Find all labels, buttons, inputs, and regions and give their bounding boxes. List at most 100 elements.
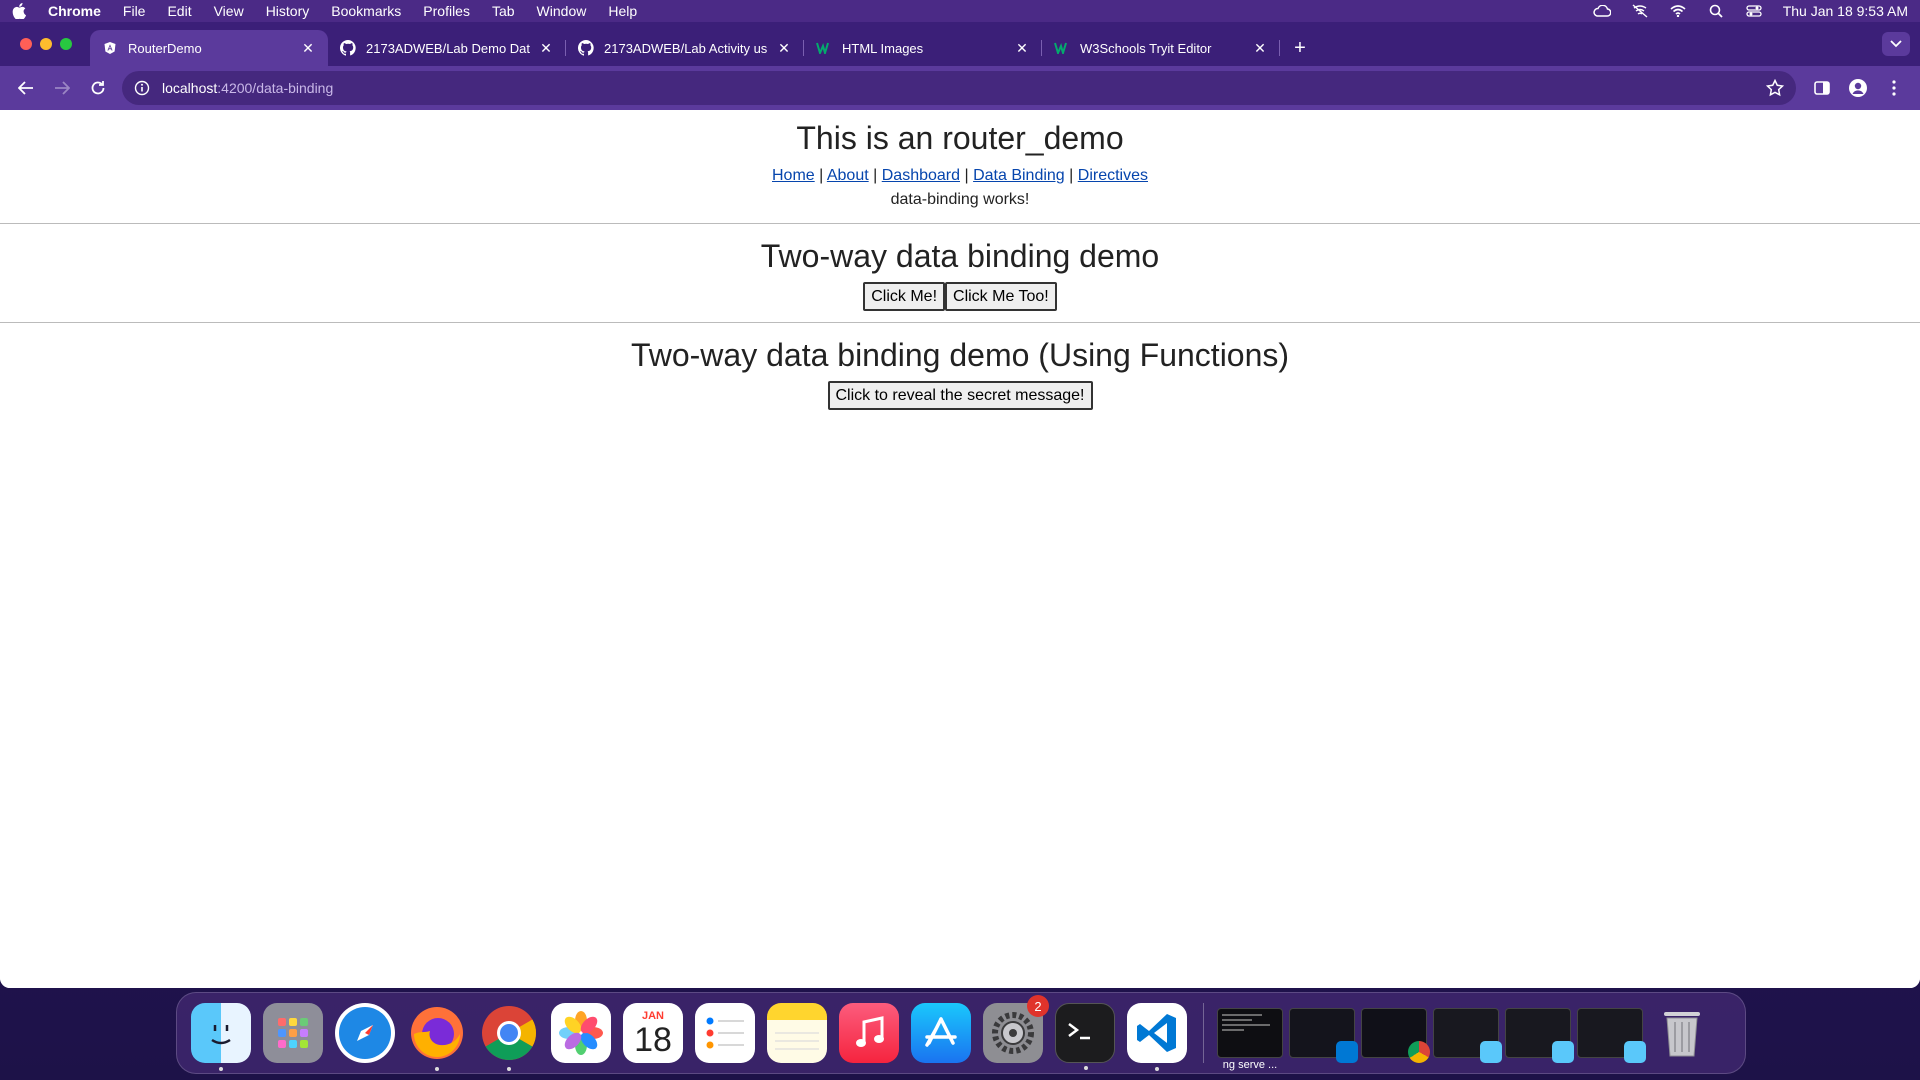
control-center-icon[interactable] (1745, 4, 1763, 18)
menu-tab[interactable]: Tab (492, 3, 515, 19)
menu-file[interactable]: File (123, 3, 146, 19)
tab-title: 2173ADWEB/Lab Activity usin (604, 40, 768, 56)
new-tab-button[interactable]: + (1286, 30, 1314, 66)
menu-help[interactable]: Help (608, 3, 637, 19)
address-bar[interactable]: localhost:4200/data-binding (122, 71, 1796, 105)
music-icon[interactable] (839, 1003, 899, 1063)
close-window-button[interactable] (20, 38, 32, 50)
calendar-day: 18 (634, 1021, 672, 1059)
calendar-icon[interactable]: JAN 18 (623, 1003, 683, 1063)
bookmark-star-icon[interactable] (1766, 79, 1784, 97)
safari-icon[interactable] (335, 1003, 395, 1063)
terminal-icon[interactable] (1055, 1003, 1115, 1070)
minimized-chrome-window[interactable] (1361, 1008, 1430, 1063)
vpn-off-icon[interactable] (1631, 4, 1649, 18)
click-me-too-button[interactable]: Click Me Too! (945, 282, 1057, 311)
minimized-finder-window[interactable] (1433, 1008, 1502, 1063)
github-icon (578, 40, 594, 56)
url-path: :4200/data-binding (217, 80, 334, 96)
apple-icon[interactable] (12, 3, 28, 19)
chrome-icon[interactable] (479, 1003, 539, 1071)
menubar-clock[interactable]: Thu Jan 18 9:53 AM (1783, 3, 1908, 19)
tab-w3schools-tryit[interactable]: W3Schools Tryit Editor ✕ (1042, 30, 1280, 66)
tab-lab-demo-data[interactable]: 2173ADWEB/Lab Demo Data ✕ (328, 30, 566, 66)
arrow-left-icon (18, 81, 33, 95)
forward-button[interactable] (44, 72, 80, 104)
close-icon[interactable]: ✕ (776, 40, 792, 56)
more-menu-icon[interactable] (1876, 72, 1912, 104)
nav-link-home[interactable]: Home (772, 167, 815, 184)
github-icon (340, 40, 356, 56)
tab-html-images[interactable]: HTML Images ✕ (804, 30, 1042, 66)
finder-badge-icon (1552, 1041, 1574, 1063)
minimized-finder-window[interactable] (1577, 1008, 1646, 1063)
menu-profiles[interactable]: Profiles (423, 3, 470, 19)
macos-dock: JAN 18 2 ng serve ... (176, 992, 1746, 1074)
profile-icon[interactable] (1840, 72, 1876, 104)
notes-icon[interactable] (767, 1003, 827, 1063)
notification-badge: 2 (1027, 995, 1049, 1017)
finder-badge-icon (1624, 1041, 1646, 1063)
nav-separator: | (1069, 167, 1074, 184)
launchpad-icon[interactable] (263, 1003, 323, 1063)
close-icon[interactable]: ✕ (300, 40, 316, 56)
minimize-window-button[interactable] (40, 38, 52, 50)
tab-routerdemo[interactable]: RouterDemo ✕ (90, 30, 328, 66)
zoom-window-button[interactable] (60, 38, 72, 50)
close-icon[interactable]: ✕ (1252, 40, 1268, 56)
back-button[interactable] (8, 72, 44, 104)
click-me-button[interactable]: Click Me! (863, 282, 946, 311)
router-nav: Home | About | Dashboard | Data Binding … (0, 164, 1920, 188)
chrome-window: RouterDemo ✕ 2173ADWEB/Lab Demo Data ✕ 2… (0, 22, 1920, 988)
menu-bookmarks[interactable]: Bookmarks (331, 3, 401, 19)
web-page: This is an router_demo Home | About | Da… (0, 110, 1920, 988)
menu-history[interactable]: History (266, 3, 310, 19)
trash-icon[interactable] (1652, 1003, 1712, 1063)
side-panel-icon[interactable] (1804, 72, 1840, 104)
section-title-functions: Two-way data binding demo (Using Functio… (630, 337, 1290, 373)
button-row: Click Me! Click Me Too! (0, 282, 1920, 311)
minimized-terminal-window[interactable]: ng serve ... (1217, 1008, 1283, 1071)
menu-window[interactable]: Window (537, 3, 587, 19)
firefox-icon[interactable] (407, 1003, 467, 1071)
tab-search-button[interactable] (1882, 32, 1910, 56)
reload-icon (91, 81, 105, 95)
menu-app-chrome[interactable]: Chrome (48, 3, 101, 19)
chevron-down-icon (1890, 40, 1902, 48)
angular-icon (102, 40, 118, 56)
dock-separator (1203, 1003, 1204, 1063)
chrome-badge-icon (1408, 1041, 1430, 1063)
vscode-icon[interactable] (1127, 1003, 1187, 1071)
spotlight-search-icon[interactable] (1707, 4, 1725, 18)
system-settings-icon[interactable]: 2 (983, 995, 1049, 1063)
site-info-icon[interactable] (134, 80, 150, 96)
nav-link-dashboard[interactable]: Dashboard (882, 167, 960, 184)
minimized-finder-window[interactable] (1505, 1008, 1574, 1063)
menu-edit[interactable]: Edit (167, 3, 191, 19)
nav-link-directives[interactable]: Directives (1078, 167, 1148, 184)
reminders-icon[interactable] (695, 1003, 755, 1063)
nav-link-data-binding[interactable]: Data Binding (973, 167, 1065, 184)
finder-icon[interactable] (191, 1003, 251, 1071)
tab-title: HTML Images (842, 40, 924, 56)
button-row: Click to reveal the secret message! (0, 381, 1920, 410)
vscode-badge-icon (1336, 1041, 1358, 1063)
reveal-secret-button[interactable]: Click to reveal the secret message! (827, 381, 1093, 410)
menu-view[interactable]: View (214, 3, 244, 19)
wifi-icon[interactable] (1669, 4, 1687, 18)
url-text[interactable]: localhost:4200/data-binding (162, 80, 333, 96)
close-icon[interactable]: ✕ (1014, 40, 1030, 56)
finder-badge-icon (1480, 1041, 1502, 1063)
creative-cloud-icon[interactable] (1593, 4, 1611, 18)
app-store-icon[interactable] (911, 1003, 971, 1063)
w3schools-icon (816, 40, 832, 56)
tab-lab-activity[interactable]: 2173ADWEB/Lab Activity usin ✕ (566, 30, 804, 66)
reload-button[interactable] (80, 72, 116, 104)
photos-icon[interactable] (551, 1003, 611, 1063)
close-icon[interactable]: ✕ (538, 40, 554, 56)
minimized-vscode-window[interactable] (1289, 1008, 1358, 1063)
divider (0, 322, 1920, 323)
window-controls (0, 38, 90, 50)
nav-link-about[interactable]: About (827, 167, 869, 184)
divider (0, 223, 1920, 224)
